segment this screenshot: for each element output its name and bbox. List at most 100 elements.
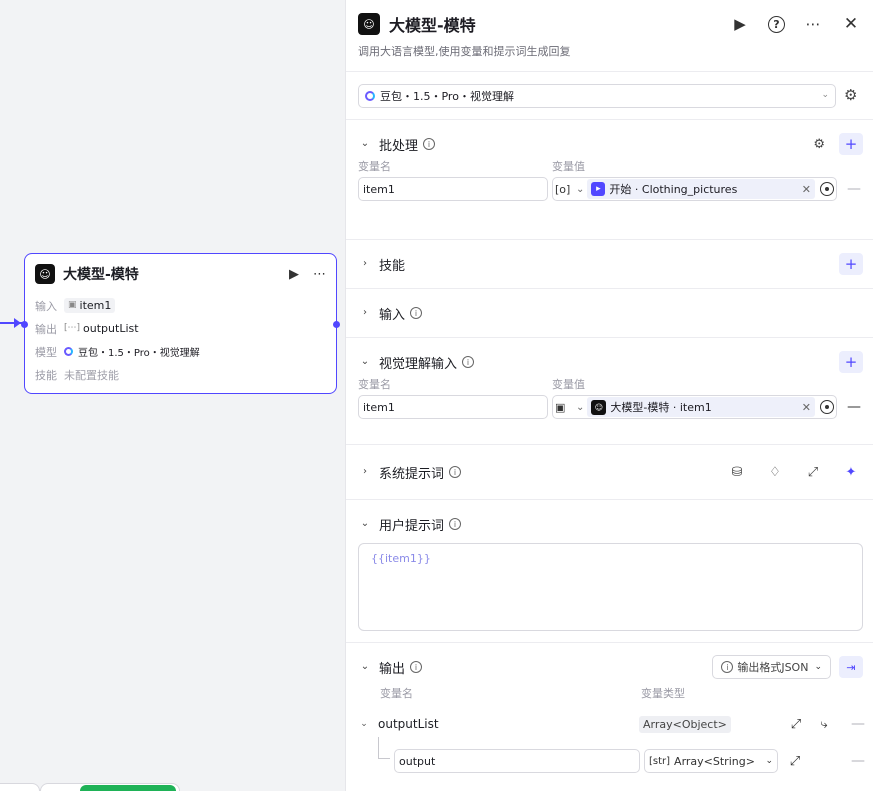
type-icon: [o] <box>555 182 571 196</box>
output-port[interactable] <box>333 321 340 328</box>
doubao-icon <box>365 90 375 101</box>
target-icon[interactable] <box>820 400 834 414</box>
image-type-icon: ▣ <box>555 400 566 414</box>
info-icon[interactable]: i <box>410 661 423 673</box>
chevron-down-icon[interactable]: ⌄ <box>358 662 372 672</box>
optimize-icon[interactable]: ♢ <box>763 466 787 479</box>
string-type-icon: [str] <box>649 755 671 767</box>
node-logo-icon: ☺ <box>35 264 55 284</box>
output-row: ⌄ outputList Array<Object> ⤢ ⤷ — <box>358 709 865 739</box>
chevron-right-icon[interactable]: › <box>358 308 372 318</box>
remove-row-button[interactable]: — <box>847 181 861 197</box>
node-header: ☺ 大模型-模特 ▶ ⋯ <box>25 254 336 294</box>
input-section: › 输入 i <box>346 289 873 338</box>
add-batch-button[interactable]: + <box>839 133 863 155</box>
run-node-icon[interactable]: ▶ <box>289 268 299 281</box>
output-sub-row: output [str] Array<String> ⌄ ⤢ — <box>358 737 865 777</box>
run-icon[interactable]: ▶ <box>730 14 750 34</box>
batch-section: ⌄ 批处理 i ⚙ + 变量名 变量值 item1 [o] ⌄ ▸ 开始 · C… <box>346 120 873 240</box>
info-icon[interactable]: i <box>449 518 462 530</box>
type-tag: Array<Object> <box>639 715 731 733</box>
remove-row-button[interactable]: — <box>851 716 865 732</box>
close-icon[interactable]: ✕ <box>841 14 861 34</box>
remove-row-button[interactable]: — <box>847 399 861 415</box>
clear-icon[interactable]: ✕ <box>802 401 811 414</box>
input-chip: ▣ item1 <box>64 298 116 313</box>
chevron-down-icon[interactable]: ⌄ <box>576 402 584 413</box>
vision-var-name-input[interactable]: item1 <box>358 395 548 419</box>
add-vision-input-button[interactable]: + <box>839 351 863 373</box>
user-prompt-editor[interactable]: {{item1}} <box>358 543 863 631</box>
workflow-canvas[interactable]: ☺ 大模型-模特 ▶ ⋯ 输入 ▣ item1 输出 [⋯] outputList … <box>0 0 345 791</box>
batch-row: item1 [o] ⌄ ▸ 开始 · Clothing_pictures ✕ — <box>358 176 863 206</box>
ai-sparkle-icon[interactable]: ✦ <box>839 466 863 479</box>
expand-icon[interactable]: ⤢ <box>789 718 803 731</box>
chevron-down-icon[interactable]: ⌄ <box>358 139 372 149</box>
model-row: 豆包・1.5・Pro・视觉理解 ⌄ ⚙ <box>346 72 873 120</box>
chevron-down-icon[interactable]: ⌄ <box>576 184 584 195</box>
info-icon[interactable]: i <box>462 356 475 368</box>
panel-logo-icon: ☺ <box>358 13 380 35</box>
vision-input-section: ⌄ 视觉理解输入 i + 变量名 变量值 item1 ▣ ⌄ ☺ 大模型-模特 … <box>346 338 873 445</box>
panel-title: 大模型-模特 <box>389 16 476 35</box>
add-child-icon[interactable]: ⤷ <box>817 718 831 731</box>
info-icon[interactable]: i <box>423 138 436 150</box>
ref-chip: ▸ 开始 · Clothing_pictures ✕ <box>587 179 815 199</box>
chevron-down-icon: ⌄ <box>821 90 829 100</box>
target-icon[interactable] <box>820 182 834 196</box>
model-settings-icon[interactable]: ⚙ <box>844 88 857 103</box>
vision-row: item1 ▣ ⌄ ☺ 大模型-模特 · item1 ✕ — <box>358 394 863 424</box>
node-row-output: 输出 [⋯] outputList <box>25 317 336 340</box>
chevron-right-icon[interactable]: › <box>358 259 372 269</box>
output-sub-type-select[interactable]: [str] Array<String> ⌄ <box>644 749 778 773</box>
chevron-down-icon[interactable]: ⌄ <box>358 357 372 367</box>
expand-icon[interactable]: ⤢ <box>788 755 802 768</box>
remove-row-button[interactable]: — <box>851 753 865 769</box>
node-title: 大模型-模特 <box>63 267 139 283</box>
info-icon: i <box>721 661 734 673</box>
output-sub-name-input[interactable]: output <box>394 749 640 773</box>
doubao-icon <box>64 347 73 356</box>
info-icon[interactable]: i <box>449 466 462 478</box>
more-icon[interactable]: ⋯ <box>803 14 823 34</box>
chevron-down-icon[interactable]: ⌄ <box>358 719 370 729</box>
batch-settings-icon[interactable]: ⚙ <box>813 138 825 151</box>
info-icon[interactable]: i <box>410 307 423 319</box>
model-select[interactable]: 豆包・1.5・Pro・视觉理解 ⌄ <box>358 83 836 108</box>
output-section: ⌄ 输出 i i 输出格式JSON ⌄ ⇥ 变量名 变量类型 ⌄ outputL… <box>346 643 873 777</box>
input-port[interactable] <box>21 321 28 328</box>
node-row-model: 模型 豆包・1.5・Pro・视觉理解 <box>35 345 200 360</box>
user-prompt-section: ⌄ 用户提示词 i {{item1}} <box>346 500 873 643</box>
node-config-panel: ☺ 大模型-模特 ▶ ? ⋯ ✕ 调用大语言模型,使用变量和提示词生成回复 豆包… <box>345 0 873 791</box>
clear-icon[interactable]: ✕ <box>802 183 811 196</box>
export-icon[interactable]: ⇥ <box>839 656 863 678</box>
panel-description: 调用大语言模型,使用变量和提示词生成回复 <box>358 45 571 58</box>
bottom-run-button[interactable] <box>80 785 176 791</box>
more-icon[interactable]: ⋯ <box>313 268 326 281</box>
bottom-toolbar-tab[interactable] <box>0 783 40 791</box>
start-node-icon: ▸ <box>591 182 606 196</box>
image-icon: ▣ <box>68 300 77 310</box>
chevron-down-icon: ⌄ <box>814 661 822 672</box>
array-icon: [⋯] <box>64 323 81 333</box>
prompt-library-icon[interactable]: ⛁ <box>725 466 749 479</box>
output-format-select[interactable]: i 输出格式JSON ⌄ <box>712 655 831 679</box>
chevron-down-icon: ⌄ <box>765 755 773 766</box>
chevron-right-icon[interactable]: › <box>358 467 372 477</box>
batch-var-name-input[interactable]: item1 <box>358 177 548 201</box>
skills-section: › 技能 + <box>346 240 873 289</box>
batch-var-value[interactable]: [o] ⌄ ▸ 开始 · Clothing_pictures ✕ <box>552 177 837 201</box>
expand-icon[interactable]: ⤢ <box>801 466 825 479</box>
panel-header: ☺ 大模型-模特 ▶ ? ⋯ ✕ 调用大语言模型,使用变量和提示词生成回复 <box>346 0 873 72</box>
add-skill-button[interactable]: + <box>839 253 863 275</box>
node-logo-icon: ☺ <box>591 399 607 415</box>
tree-connector <box>378 737 390 759</box>
workflow-node-llm[interactable]: ☺ 大模型-模特 ▶ ⋯ 输入 ▣ item1 输出 [⋯] outputList … <box>21 253 340 394</box>
ref-chip: ☺ 大模型-模特 · item1 ✕ <box>587 397 815 417</box>
vision-var-value[interactable]: ▣ ⌄ ☺ 大模型-模特 · item1 ✕ <box>552 395 837 419</box>
help-icon[interactable]: ? <box>768 15 785 33</box>
node-row-input: 输入 ▣ item1 <box>25 294 336 317</box>
node-row-skills: 技能 未配置技能 <box>35 368 119 382</box>
chevron-down-icon[interactable]: ⌄ <box>358 519 372 529</box>
system-prompt-section: › 系统提示词 i ⛁ ♢ ⤢ ✦ <box>346 445 873 500</box>
